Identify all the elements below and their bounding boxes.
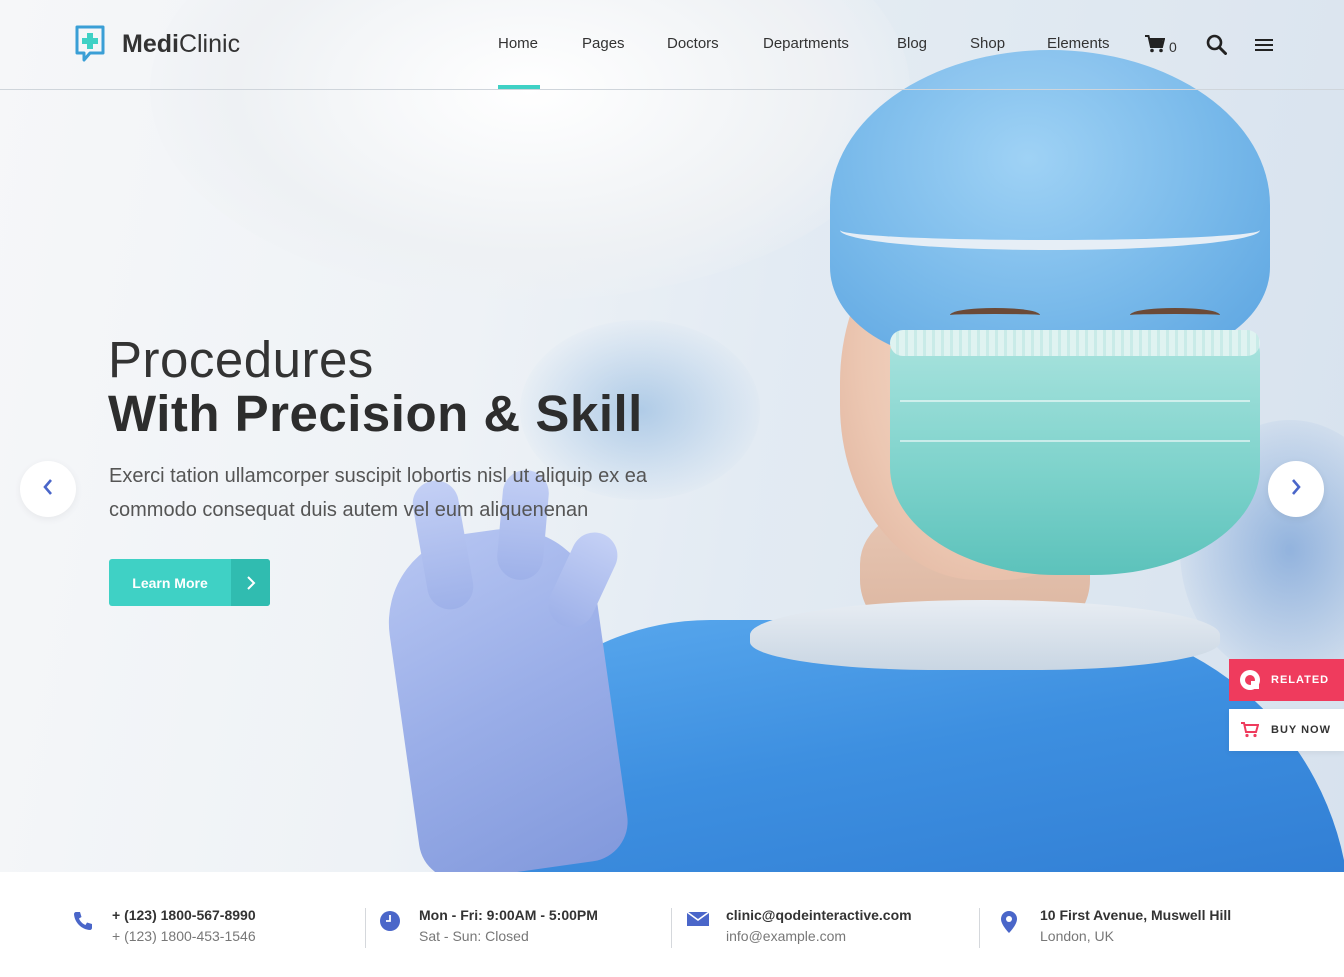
cart-icon bbox=[1145, 35, 1166, 58]
info-divider bbox=[671, 908, 672, 948]
slider-prev-button[interactable] bbox=[20, 461, 76, 517]
nav-home[interactable]: Home bbox=[498, 35, 538, 52]
site-header: MediClinic Home Pages Doctors Department… bbox=[0, 0, 1344, 90]
brand-logo-link[interactable]: MediClinic bbox=[74, 25, 240, 63]
search-icon bbox=[1206, 34, 1227, 59]
nav-shop[interactable]: Shop bbox=[970, 35, 1005, 52]
info-email-sub[interactable]: info@example.com bbox=[726, 925, 912, 948]
info-email-main[interactable]: clinic@qodeinteractive.com bbox=[726, 906, 912, 925]
slide-title-line-2: With Precision & Skill bbox=[108, 385, 643, 442]
nav-doctors[interactable]: Doctors bbox=[667, 35, 719, 52]
contact-info-bar: + (123) 1800-567-8990 + (123) 1800-453-1… bbox=[0, 872, 1344, 977]
info-address-sub: London, UK bbox=[1040, 928, 1114, 944]
location-pin-icon bbox=[1000, 906, 1040, 948]
left-eyebrow bbox=[950, 308, 1040, 322]
related-widget-button[interactable]: RELATED bbox=[1229, 659, 1344, 701]
cart-count: 0 bbox=[1169, 38, 1177, 55]
buy-now-widget-button[interactable]: BUY NOW bbox=[1229, 709, 1344, 751]
menu-button[interactable] bbox=[1255, 38, 1273, 57]
clock-icon bbox=[379, 906, 419, 948]
info-address-main: 10 First Avenue, Muswell Hill bbox=[1040, 907, 1232, 923]
related-icon bbox=[1229, 669, 1271, 691]
medical-cross-chat-icon bbox=[74, 25, 106, 63]
chevron-right-icon bbox=[1290, 478, 1302, 501]
info-phone-main: + (123) 1800-567-8990 bbox=[112, 907, 256, 923]
slide-title-line-1: Procedures bbox=[108, 331, 374, 388]
slider-next-button[interactable] bbox=[1268, 461, 1324, 517]
surgical-mask-edge bbox=[890, 330, 1260, 356]
cart-icon bbox=[1229, 722, 1271, 738]
mask-fold bbox=[900, 440, 1250, 442]
learn-more-label: Learn More bbox=[132, 574, 208, 591]
chevron-left-icon bbox=[42, 478, 54, 501]
right-eyebrow bbox=[1130, 308, 1220, 322]
nav-elements[interactable]: Elements bbox=[1047, 35, 1110, 52]
surgical-mask bbox=[890, 335, 1260, 575]
info-hours-sub: Sat - Sun: Closed bbox=[419, 928, 529, 944]
info-address: 10 First Avenue, Muswell Hill London, UK bbox=[1000, 906, 1231, 948]
info-divider bbox=[365, 908, 366, 948]
learn-more-button[interactable]: Learn More bbox=[109, 559, 270, 606]
info-phone-sub: + (123) 1800-453-1546 bbox=[112, 928, 256, 944]
nav-blog[interactable]: Blog bbox=[897, 35, 927, 52]
info-hours: Mon - Fri: 9:00AM - 5:00PM Sat - Sun: Cl… bbox=[379, 906, 598, 948]
related-label: RELATED bbox=[1271, 674, 1330, 686]
envelope-icon bbox=[686, 906, 726, 948]
nav-pages[interactable]: Pages bbox=[582, 35, 625, 52]
brand-name: MediClinic bbox=[122, 29, 241, 58]
gown-collar bbox=[750, 600, 1220, 670]
info-divider bbox=[979, 908, 980, 948]
cart-button[interactable]: 0 bbox=[1145, 35, 1177, 58]
mask-fold bbox=[900, 400, 1250, 402]
hamburger-menu-icon bbox=[1255, 39, 1273, 56]
info-hours-main: Mon - Fri: 9:00AM - 5:00PM bbox=[419, 907, 598, 923]
buy-now-label: BUY NOW bbox=[1271, 724, 1331, 736]
search-button[interactable] bbox=[1206, 34, 1227, 60]
nav-active-indicator bbox=[498, 85, 540, 89]
slide-description: Exerci tation ullamcorper suscipit lobor… bbox=[109, 465, 648, 521]
chevron-right-icon bbox=[231, 559, 270, 606]
phone-icon bbox=[72, 906, 112, 948]
nav-departments[interactable]: Departments bbox=[763, 35, 849, 52]
surgical-cap-band bbox=[840, 210, 1260, 250]
info-phone: + (123) 1800-567-8990 + (123) 1800-453-1… bbox=[72, 906, 256, 948]
info-email: clinic@qodeinteractive.com info@example.… bbox=[686, 906, 912, 948]
